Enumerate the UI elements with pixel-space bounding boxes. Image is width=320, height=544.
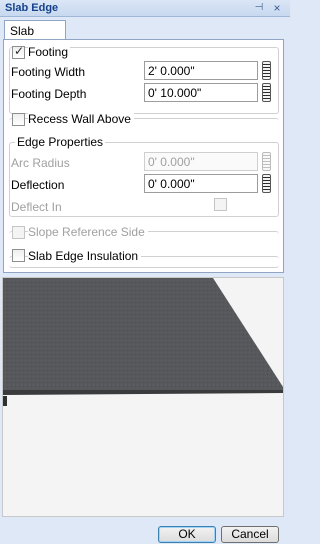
deflect-in-checkbox[interactable] — [214, 198, 227, 211]
recess-wall-above-label: Recess Wall Above — [28, 112, 134, 126]
ok-button[interactable]: OK — [158, 526, 216, 543]
slope-reference-side-label: Slope Reference Side — [28, 225, 148, 239]
footing-depth-spinner[interactable] — [262, 83, 271, 102]
slab-preview-viewport[interactable] — [2, 277, 284, 517]
slab-edge-panel: Footing Footing Width 2' 0.000" Footing … — [3, 39, 284, 273]
arc-radius-label: Arc Radius — [11, 156, 70, 170]
slab-corner-mark — [3, 396, 7, 406]
deflect-in-label: Deflect In — [11, 200, 62, 214]
slab-surface — [3, 278, 283, 390]
footing-depth-label: Footing Depth — [11, 87, 87, 101]
slab-edge-face — [3, 390, 283, 395]
footing-width-field[interactable]: 2' 0.000" — [144, 61, 258, 80]
footing-label: Footing — [28, 45, 71, 59]
window-title: Slab Edge — [5, 2, 59, 14]
edge-properties-label: Edge Properties — [15, 135, 106, 149]
tab-slab-edge[interactable]: Slab Edge — [4, 20, 66, 52]
footing-checkbox[interactable] — [12, 44, 25, 59]
footing-width-spinner[interactable] — [262, 61, 271, 80]
pin-icon[interactable]: ⊣ — [253, 2, 265, 14]
footing-width-label: Footing Width — [11, 65, 86, 79]
cancel-button[interactable]: Cancel — [221, 526, 279, 543]
footing-depth-field[interactable]: 0' 10.000" — [144, 83, 258, 102]
recess-wall-above-checkbox[interactable] — [12, 113, 25, 126]
deflection-label: Deflection — [11, 178, 65, 192]
slab-edge-insulation-label: Slab Edge Insulation — [28, 249, 142, 263]
close-icon[interactable]: × — [270, 1, 284, 15]
slab-edge-insulation-checkbox[interactable] — [12, 249, 25, 262]
title-bar: Slab Edge ⊣ × — [0, 0, 290, 17]
deflection-field[interactable]: 0' 0.000" — [144, 174, 258, 193]
arc-radius-spinner[interactable] — [262, 152, 271, 171]
slab-preview-graphic — [3, 278, 283, 406]
slope-reference-side-checkbox[interactable] — [12, 226, 25, 239]
deflection-spinner[interactable] — [262, 174, 271, 193]
arc-radius-field[interactable]: 0' 0.000" — [144, 152, 258, 171]
